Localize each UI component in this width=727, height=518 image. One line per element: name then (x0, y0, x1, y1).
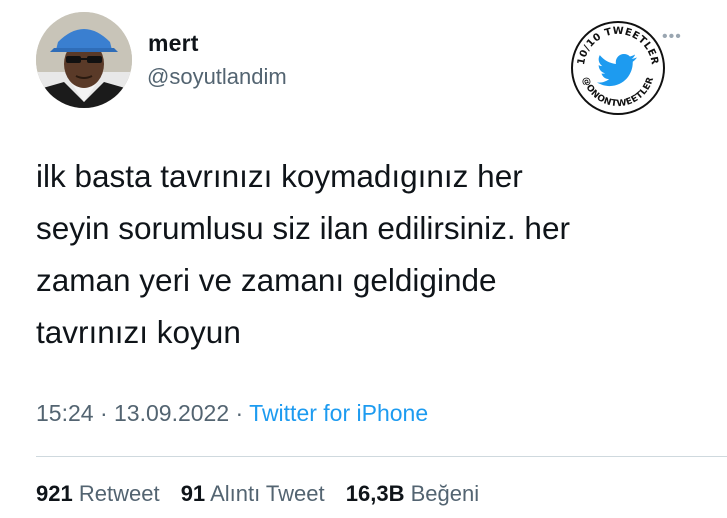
avatar-image (36, 12, 132, 108)
like-count[interactable]: 16,3B (346, 481, 405, 506)
tweet-time[interactable]: 15:24 (36, 400, 94, 426)
quote-count[interactable]: 91 (181, 481, 205, 506)
author-handle[interactable]: @soyutlandim (147, 64, 287, 90)
tweet-meta: 15:24 · 13.09.2022 · Twitter for iPhone (36, 400, 428, 427)
tweet-text-line: seyin sorumlusu siz ilan edilirsiniz. he… (36, 210, 570, 246)
more-horizontal-icon[interactable]: ••• (662, 28, 682, 46)
tweet-text-line: zaman yeri ve zamanı geldiginde (36, 262, 497, 298)
divider (36, 456, 727, 457)
meta-separator: · (93, 400, 115, 426)
quote-label[interactable]: Alıntı Tweet (210, 481, 325, 506)
watermark-badge: 10/10 TWEETLER @ONONTWEETLER (568, 18, 668, 118)
avatar[interactable] (36, 12, 132, 108)
tweet-text-line: tavrınızı koyun (36, 314, 241, 350)
like-label[interactable]: Beğeni (411, 481, 480, 506)
tweet-source[interactable]: Twitter for iPhone (249, 400, 428, 426)
tweet-text: ilk basta tavrınızı koymadıgınız her sey… (36, 150, 706, 358)
retweet-count[interactable]: 921 (36, 481, 73, 506)
meta-separator: · (229, 400, 250, 426)
tweet-date[interactable]: 13.09.2022 (114, 400, 229, 426)
retweet-label[interactable]: Retweet (79, 481, 160, 506)
author-name[interactable]: mert (148, 30, 199, 57)
tweet-stats: 921 Retweet 91 Alıntı Tweet 16,3B Beğeni (36, 481, 494, 507)
tweet-text-line: ilk basta tavrınızı koymadıgınız her (36, 158, 523, 194)
